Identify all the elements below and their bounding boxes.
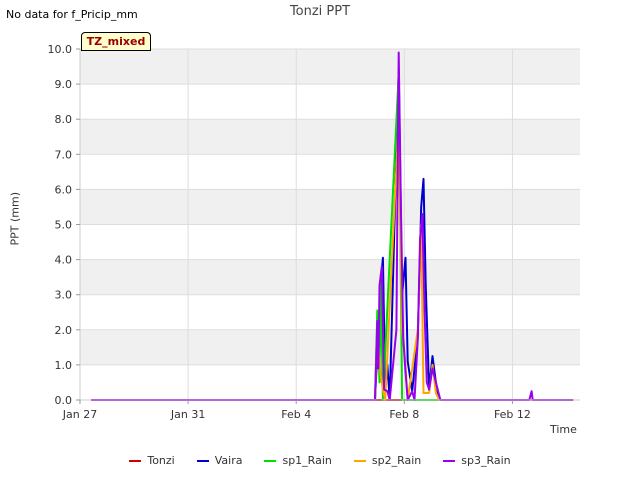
legend-item-sp1-rain: sp1_Rain: [264, 454, 332, 467]
plot-band: [80, 49, 580, 85]
y-tick-label: 6.0: [55, 183, 73, 196]
x-axis-label: Time: [550, 423, 577, 436]
plot-band: [80, 189, 580, 225]
legend-swatch-sp2-rain: [353, 459, 366, 462]
y-tick-label: 4.0: [55, 254, 73, 267]
legend-item-sp2-rain: sp2_Rain: [353, 454, 422, 467]
x-tick-label: Jan 31: [170, 408, 205, 421]
plot-band: [80, 329, 580, 365]
y-tick-label: 0.0: [55, 394, 73, 407]
y-tick-label: 3.0: [55, 289, 73, 302]
y-axis-label: PPT (mm): [8, 192, 22, 246]
legend-label-vaira: Vaira: [214, 454, 243, 467]
tz-mixed-badge: TZ_mixed: [81, 32, 151, 51]
legend-label-sp2-rain: sp2_Rain: [371, 454, 422, 467]
plot-band: [80, 259, 580, 295]
legend-item-vaira: Vaira: [196, 454, 243, 467]
legend-swatch-sp3-rain: [443, 459, 456, 462]
y-tick-label: 8.0: [55, 113, 73, 126]
x-tick-label: Jan 27: [62, 408, 97, 421]
legend-label-sp1-rain: sp1_Rain: [282, 454, 332, 467]
y-tick-label: 1.0: [55, 359, 73, 372]
legend-item-sp3-rain: sp3_Rain: [443, 454, 511, 467]
y-tick-label: 5.0: [55, 219, 73, 232]
chart-title: Tonzi PPT: [289, 4, 351, 19]
legend-swatch-vaira: [196, 459, 209, 462]
legend-item-tonzi: Tonzi: [129, 454, 175, 467]
legend-label-sp3-rain: sp3_Rain: [461, 454, 511, 467]
y-tick-label: 9.0: [55, 78, 73, 91]
legend-swatch-tonzi: [129, 459, 142, 462]
y-tick-label: 2.0: [55, 324, 73, 337]
y-tick-label: 10.0: [48, 43, 73, 56]
legend-swatch-sp1-rain: [264, 459, 277, 462]
x-tick-label: Feb 12: [494, 408, 531, 421]
y-tick-label: 7.0: [55, 148, 73, 161]
legend: Tonzi Vaira sp1_Rain sp2_Rain sp3_Rain: [0, 454, 640, 467]
x-tick-label: Feb 4: [281, 408, 311, 421]
legend-label-tonzi: Tonzi: [147, 454, 175, 467]
ppt-chart: 0.0 1.0 2.0 3.0 4.0 5.0 6.0 7.0 8.0 9.0 10.0 Jan 2…: [48, 43, 580, 421]
x-tick-label: Feb 8: [389, 408, 419, 421]
x-tick-labels: Jan 27 Jan 31 Feb 4 Feb 8 Feb 12: [62, 400, 531, 421]
plot-band: [80, 119, 580, 155]
y-tick-labels: 0.0 1.0 2.0 3.0 4.0 5.0 6.0 7.0 8.0 9.0 10.0: [48, 43, 80, 407]
